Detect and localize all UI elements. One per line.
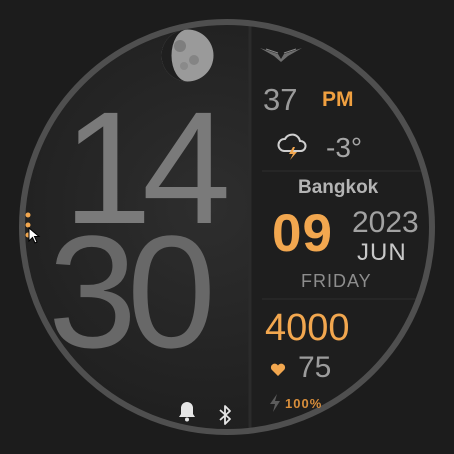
- temperature-display: -3°: [326, 132, 363, 163]
- ampm-indicator: PM: [322, 88, 354, 111]
- year-display: 2023: [352, 206, 419, 239]
- lightning-icon: [270, 394, 280, 412]
- day-of-month: 09: [272, 204, 333, 263]
- seconds-display: 37: [263, 82, 298, 117]
- weekday-display: FRIDAY: [301, 271, 372, 291]
- minutes-display: 30: [48, 202, 216, 381]
- heart-rate-display[interactable]: 75: [298, 351, 331, 385]
- thunderstorm-icon: [277, 133, 307, 160]
- month-display: JUN: [357, 239, 407, 266]
- battery-percent: 100%: [285, 396, 323, 411]
- bluetooth-icon[interactable]: [218, 404, 232, 426]
- moon-phase-icon: [161, 29, 214, 82]
- heart-icon: [270, 363, 286, 376]
- city-label: Bangkok: [298, 177, 379, 198]
- cursor-icon: [28, 227, 41, 244]
- step-count[interactable]: 4000: [265, 307, 350, 350]
- bell-icon[interactable]: [178, 400, 196, 422]
- wings-logo-icon: [260, 48, 302, 62]
- watch-face: 14 30 37 PM -3° Bangkok 09 2023 JUN FRID…: [0, 0, 454, 454]
